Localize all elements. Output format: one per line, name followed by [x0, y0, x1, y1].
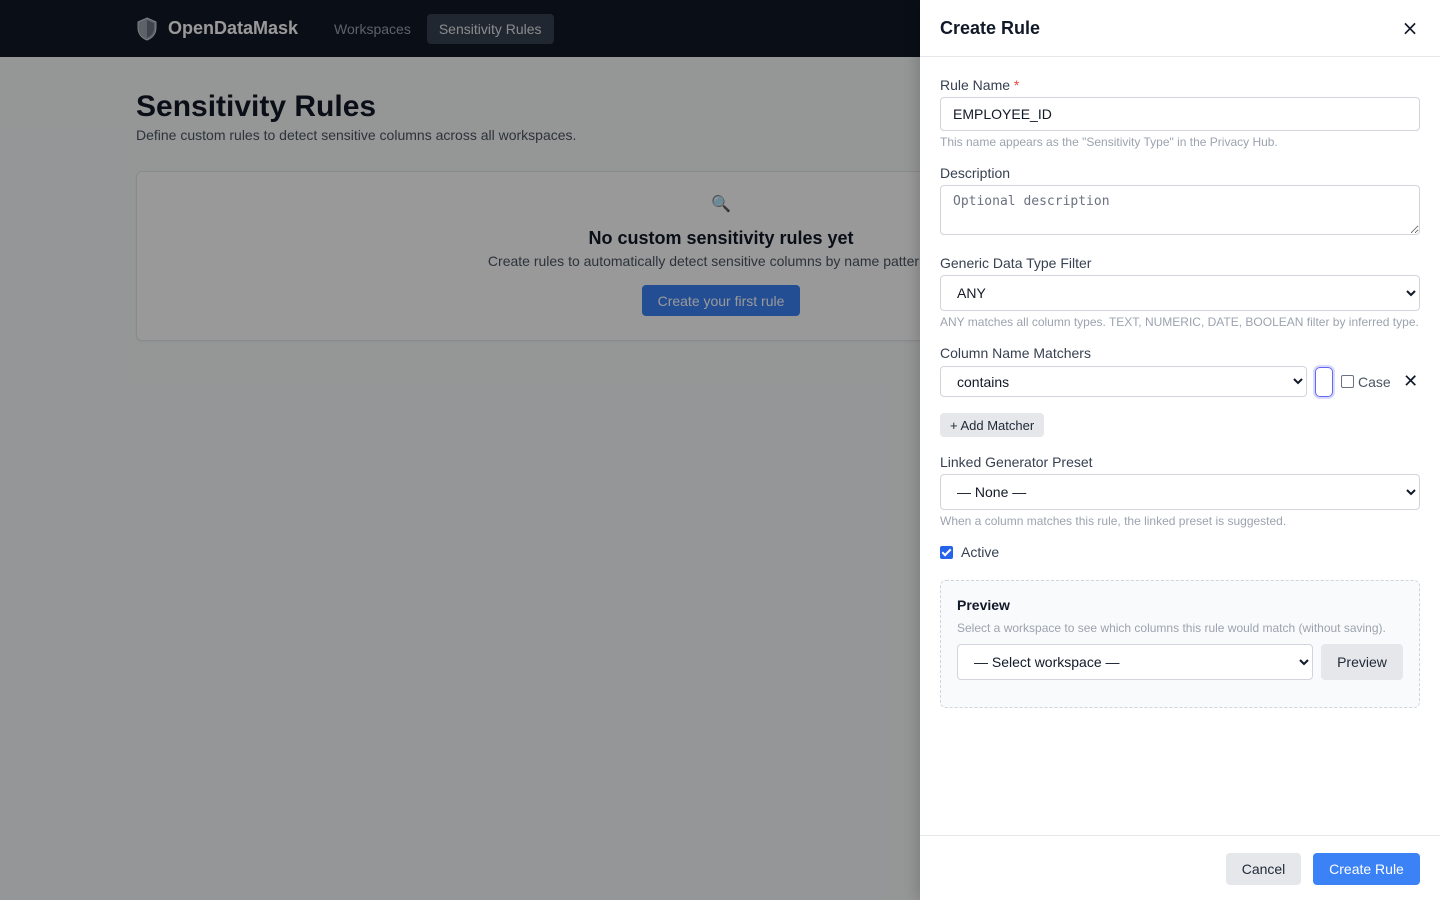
preview-button[interactable]: Preview [1321, 644, 1403, 680]
case-label: Case [1358, 373, 1391, 390]
preview-hint: Select a workspace to see which columns … [957, 621, 1386, 635]
matcher-pattern-input[interactable] [1315, 366, 1333, 397]
data-type-label: Generic Data Type Filter [940, 255, 1092, 271]
rule-name-hint: This name appears as the "Sensitivity Ty… [940, 135, 1278, 149]
preset-hint: When a column matches this rule, the lin… [940, 514, 1287, 528]
matcher-row: contains Case ✕ [940, 366, 1420, 397]
case-checkbox[interactable] [1341, 375, 1354, 388]
active-checkbox[interactable] [940, 545, 953, 559]
description-textarea[interactable] [940, 185, 1420, 235]
add-matcher-button[interactable]: + Add Matcher [940, 413, 1045, 437]
required-marker: * [1013, 77, 1020, 93]
data-type-hint: ANY matches all column types. TEXT, NUME… [940, 315, 1419, 329]
create-rule-button[interactable]: Create Rule [1313, 853, 1420, 885]
create-rule-drawer: Create Rule × Rule Name * This name appe… [920, 0, 1440, 900]
drawer-footer: Cancel Create Rule [920, 835, 1440, 900]
rule-name-input[interactable] [940, 97, 1420, 131]
active-label: Active [961, 544, 1000, 560]
drawer-header: Create Rule × [920, 0, 1440, 57]
matcher-operator-select[interactable]: contains [940, 366, 1307, 397]
data-type-select[interactable]: ANY [940, 275, 1420, 311]
active-toggle[interactable]: Active [940, 544, 999, 560]
remove-matcher-icon[interactable]: ✕ [1403, 371, 1419, 392]
cancel-button[interactable]: Cancel [1226, 853, 1301, 885]
close-icon[interactable]: × [1400, 18, 1420, 38]
preset-select[interactable]: — None — [940, 474, 1420, 510]
description-label: Description [940, 165, 1011, 181]
preview-title: Preview [957, 597, 1010, 613]
preset-label: Linked Generator Preset [940, 454, 1093, 470]
drawer-title: Create Rule [940, 17, 1041, 38]
case-sensitive-toggle[interactable]: Case [1341, 374, 1391, 390]
workspace-select[interactable]: — Select workspace — [957, 644, 1313, 680]
preview-panel: Preview Select a workspace to see which … [940, 580, 1420, 708]
rule-name-label: Rule Name * [940, 77, 1020, 93]
matchers-label: Column Name Matchers [940, 345, 1091, 361]
